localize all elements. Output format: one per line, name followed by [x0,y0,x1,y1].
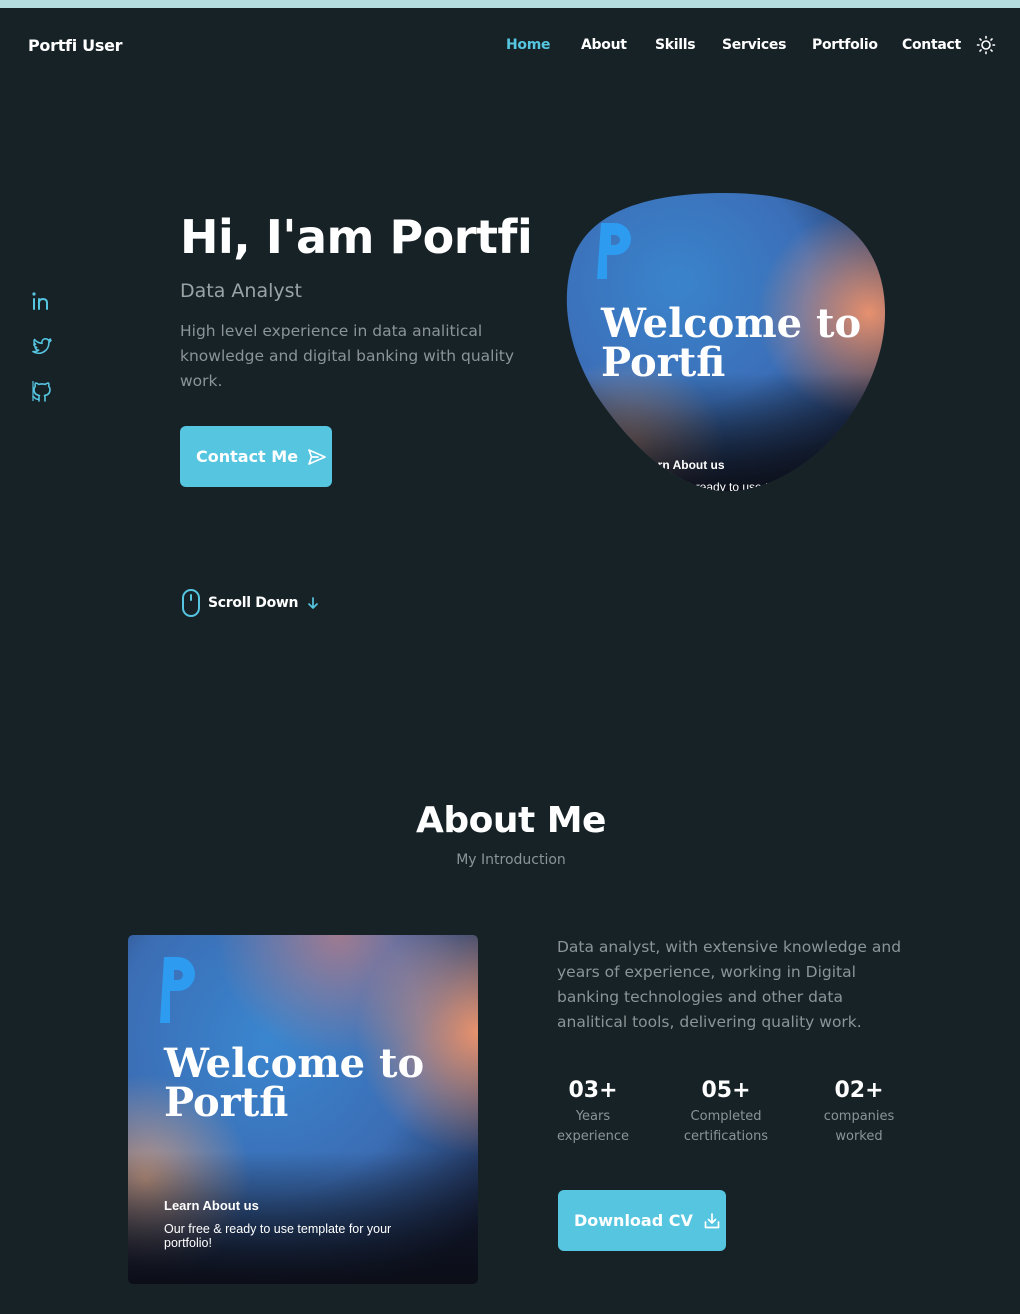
top-strip [0,0,1020,8]
nav-menu: Home About Skills Services Portfolio Con… [0,37,1020,57]
about-title: About Me [416,800,606,841]
twitter-icon[interactable] [30,334,54,358]
stat-value: 02+ [834,1078,884,1103]
github-icon[interactable] [30,379,54,403]
about-image-caption-line1: Our free & ready to use template for you… [164,1222,391,1236]
stat-value: 05+ [701,1078,751,1103]
about-image-caption-line2: portfolio! [164,1236,212,1250]
sun-icon[interactable] [976,35,996,55]
hero-subtitle: Data Analyst [180,280,302,302]
stat-experience: 03+ Years experience [557,1078,629,1147]
stat-label-line1: companies [823,1109,895,1124]
about-image-caption-title: Learn About us [164,1198,259,1213]
download-cv-label: Download CV [574,1211,693,1230]
hero-description: High level experience in data analitical… [180,322,514,390]
about-subtitle: My Introduction [456,852,566,868]
stat-label-line2: worked [835,1129,883,1144]
stat-label-line1: Completed [690,1109,762,1124]
hero-image-caption-title: Learn About us [637,458,725,472]
nav-skills[interactable]: Skills [655,37,696,53]
hero-image-caption-text: Our free & ready to use template for you… [637,480,885,493]
download-icon [704,1212,720,1228]
nav-services[interactable]: Services [722,37,786,53]
download-cv-button[interactable]: Download CV [558,1190,726,1251]
stat-companies: 02+ companies worked [818,1078,900,1147]
hero-image-heading-2: Portfi [601,339,725,386]
hero-title: Hi, I'am Portfi [180,210,533,264]
stat-certifications: 05+ Completed certifications [680,1078,772,1147]
nav-contact[interactable]: Contact [902,37,961,53]
stat-label-line2: experience [557,1129,630,1144]
stat-label-line2: certifications [683,1129,769,1144]
about-image: Welcome to Portfi Learn About us Our fre… [128,935,478,1284]
nav-portfolio[interactable]: Portfolio [812,37,878,53]
mouse-icon [182,589,200,617]
about-image-heading-2: Portfi [164,1079,288,1126]
send-icon [308,448,326,465]
linkedin-icon[interactable] [30,289,54,313]
about-description: Data analyst, with extensive knowledge a… [557,938,902,1031]
scroll-down-label: Scroll Down [208,595,299,611]
arrow-down-icon [308,597,319,609]
contact-me-label: Contact Me [196,447,299,466]
contact-me-button[interactable]: Contact Me [180,426,332,487]
stat-value: 03+ [568,1078,618,1103]
nav-about[interactable]: About [581,37,627,53]
nav-home[interactable]: Home [506,37,551,53]
scroll-down-link[interactable]: Scroll Down [180,588,320,618]
hero-image: Welcome to Portfi Learn About us Our fre… [566,193,885,493]
stat-label-line1: Years [575,1109,611,1124]
